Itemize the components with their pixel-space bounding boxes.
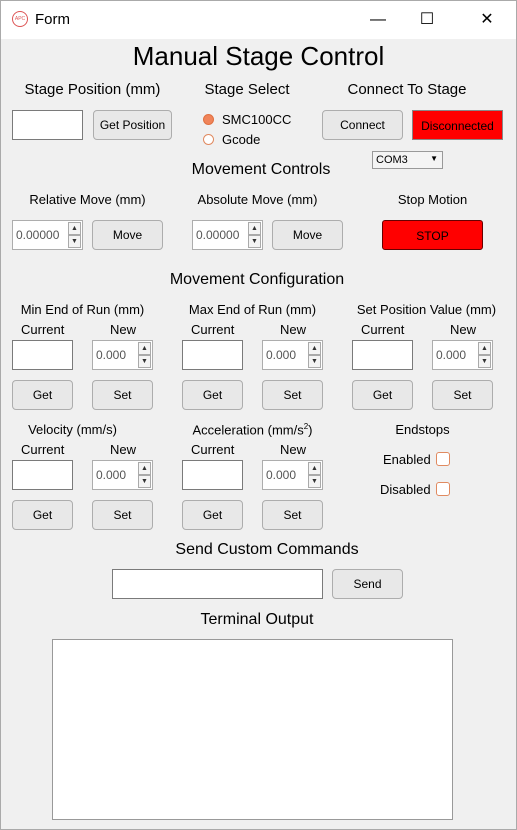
min-end-set-button[interactable]: Set	[92, 380, 153, 410]
absolute-move-label: Absolute Move (mm)	[197, 192, 318, 207]
custom-command-input[interactable]	[112, 569, 323, 599]
min-end-new-label: New	[110, 322, 137, 337]
spin-up-icon[interactable]: ▲	[138, 462, 151, 475]
min-end-new-value: 0.000	[96, 348, 127, 362]
absolute-move-button[interactable]: Move	[272, 220, 343, 250]
close-button[interactable]: ✕	[464, 1, 510, 39]
terminal-output[interactable]	[52, 639, 453, 820]
velocity-current-label: Current	[21, 442, 65, 457]
velocity-set-button[interactable]: Set	[92, 500, 153, 530]
window-title: Form	[35, 11, 70, 28]
set-position-label: Set Position Value (mm)	[356, 302, 497, 317]
endstops-enabled-checkbox[interactable]	[436, 452, 450, 466]
max-end-label: Max End of Run (mm)	[188, 302, 317, 317]
endstops-label: Endstops	[395, 422, 450, 437]
page-title: Manual Stage Control	[132, 41, 385, 71]
relative-move-label: Relative Move (mm)	[29, 192, 146, 207]
set-position-current-label: Current	[361, 322, 405, 337]
endstops-disabled-label: Disabled	[380, 482, 431, 497]
spin-down-icon[interactable]: ▼	[248, 235, 261, 248]
set-position-set-button[interactable]: Set	[432, 380, 493, 410]
spin-down-icon[interactable]: ▼	[138, 355, 151, 368]
spin-up-icon[interactable]: ▲	[478, 342, 491, 355]
stage-position-field[interactable]	[12, 110, 83, 140]
endstops-disabled-checkbox[interactable]	[436, 482, 450, 496]
stop-motion-label: Stop Motion	[397, 192, 468, 207]
velocity-get-button[interactable]: Get	[12, 500, 73, 530]
max-end-new-value: 0.000	[266, 348, 297, 362]
spin-down-icon[interactable]: ▼	[308, 475, 321, 488]
spin-down-icon[interactable]: ▼	[138, 475, 151, 488]
spin-up-icon[interactable]: ▲	[308, 342, 321, 355]
relative-move-value: 0.00000	[16, 228, 60, 242]
max-end-set-button[interactable]: Set	[262, 380, 323, 410]
velocity-new-value: 0.000	[96, 468, 127, 482]
spin-down-icon[interactable]: ▼	[68, 235, 81, 248]
custom-commands-heading: Send Custom Commands	[175, 541, 359, 558]
relative-move-button[interactable]: Move	[92, 220, 163, 250]
velocity-label: Velocity (mm/s)	[28, 422, 117, 437]
max-end-new-spinbox[interactable]: 0.000 ▲ ▼	[262, 340, 323, 370]
radio-gcode[interactable]	[203, 134, 214, 145]
movement-controls-heading: Movement Controls	[191, 161, 331, 178]
stage-select-label: Stage Select	[204, 81, 290, 98]
spin-up-icon[interactable]: ▲	[138, 342, 151, 355]
radio-gcode-label: Gcode	[222, 132, 261, 147]
connection-status: Disconnected	[412, 110, 503, 140]
min-end-label: Min End of Run (mm)	[20, 302, 145, 317]
radio-smc100cc-label: SMC100CC	[222, 112, 292, 127]
acceleration-current-field[interactable]	[182, 460, 243, 490]
endstops-enabled-label: Enabled	[383, 452, 431, 467]
spin-down-icon[interactable]: ▼	[308, 355, 321, 368]
acceleration-current-label: Current	[191, 442, 235, 457]
set-position-new-spinbox[interactable]: 0.000 ▲ ▼	[432, 340, 493, 370]
get-position-button[interactable]: Get Position	[93, 110, 172, 140]
set-position-new-label: New	[450, 322, 477, 337]
max-end-get-button[interactable]: Get	[182, 380, 243, 410]
set-position-current-field[interactable]	[352, 340, 413, 370]
movement-configuration-heading: Movement Configuration	[169, 271, 345, 288]
terminal-heading: Terminal Output	[200, 611, 314, 628]
acceleration-set-button[interactable]: Set	[262, 500, 323, 530]
set-position-get-button[interactable]: Get	[352, 380, 413, 410]
max-end-new-label: New	[280, 322, 307, 337]
stop-button[interactable]: STOP	[382, 220, 483, 250]
radio-smc100cc[interactable]	[203, 114, 214, 125]
connect-button[interactable]: Connect	[322, 110, 403, 140]
velocity-new-spinbox[interactable]: 0.000 ▲ ▼	[92, 460, 153, 490]
connect-label: Connect To Stage	[347, 81, 467, 98]
acceleration-label: Acceleration (mm/s2)	[192, 422, 313, 438]
spin-up-icon[interactable]: ▲	[68, 222, 81, 235]
min-end-current-label: Current	[21, 322, 65, 337]
acceleration-new-value: 0.000	[266, 468, 297, 482]
min-end-current-field[interactable]	[12, 340, 73, 370]
absolute-move-value: 0.00000	[196, 228, 240, 242]
acceleration-get-button[interactable]: Get	[182, 500, 243, 530]
max-end-current-field[interactable]	[182, 340, 243, 370]
app-icon: APC	[12, 11, 28, 27]
velocity-current-field[interactable]	[12, 460, 73, 490]
absolute-move-spinbox[interactable]: 0.00000 ▲ ▼	[192, 220, 263, 250]
spin-down-icon[interactable]: ▼	[478, 355, 491, 368]
min-end-get-button[interactable]: Get	[12, 380, 73, 410]
velocity-new-label: New	[110, 442, 137, 457]
send-button[interactable]: Send	[332, 569, 403, 599]
spin-up-icon[interactable]: ▲	[308, 462, 321, 475]
acceleration-new-label: New	[280, 442, 307, 457]
window: APC Form — ☐ ✕ Manual Stage Control Stag…	[0, 0, 517, 830]
max-end-current-label: Current	[191, 322, 235, 337]
stage-position-label: Stage Position (mm)	[24, 81, 161, 98]
minimize-button[interactable]: —	[355, 1, 401, 39]
spin-up-icon[interactable]: ▲	[248, 222, 261, 235]
title-bar: APC Form — ☐ ✕	[1, 1, 516, 39]
maximize-button[interactable]: ☐	[404, 1, 450, 39]
set-position-new-value: 0.000	[436, 348, 467, 362]
min-end-new-spinbox[interactable]: 0.000 ▲ ▼	[92, 340, 153, 370]
acceleration-new-spinbox[interactable]: 0.000 ▲ ▼	[262, 460, 323, 490]
relative-move-spinbox[interactable]: 0.00000 ▲ ▼	[12, 220, 83, 250]
